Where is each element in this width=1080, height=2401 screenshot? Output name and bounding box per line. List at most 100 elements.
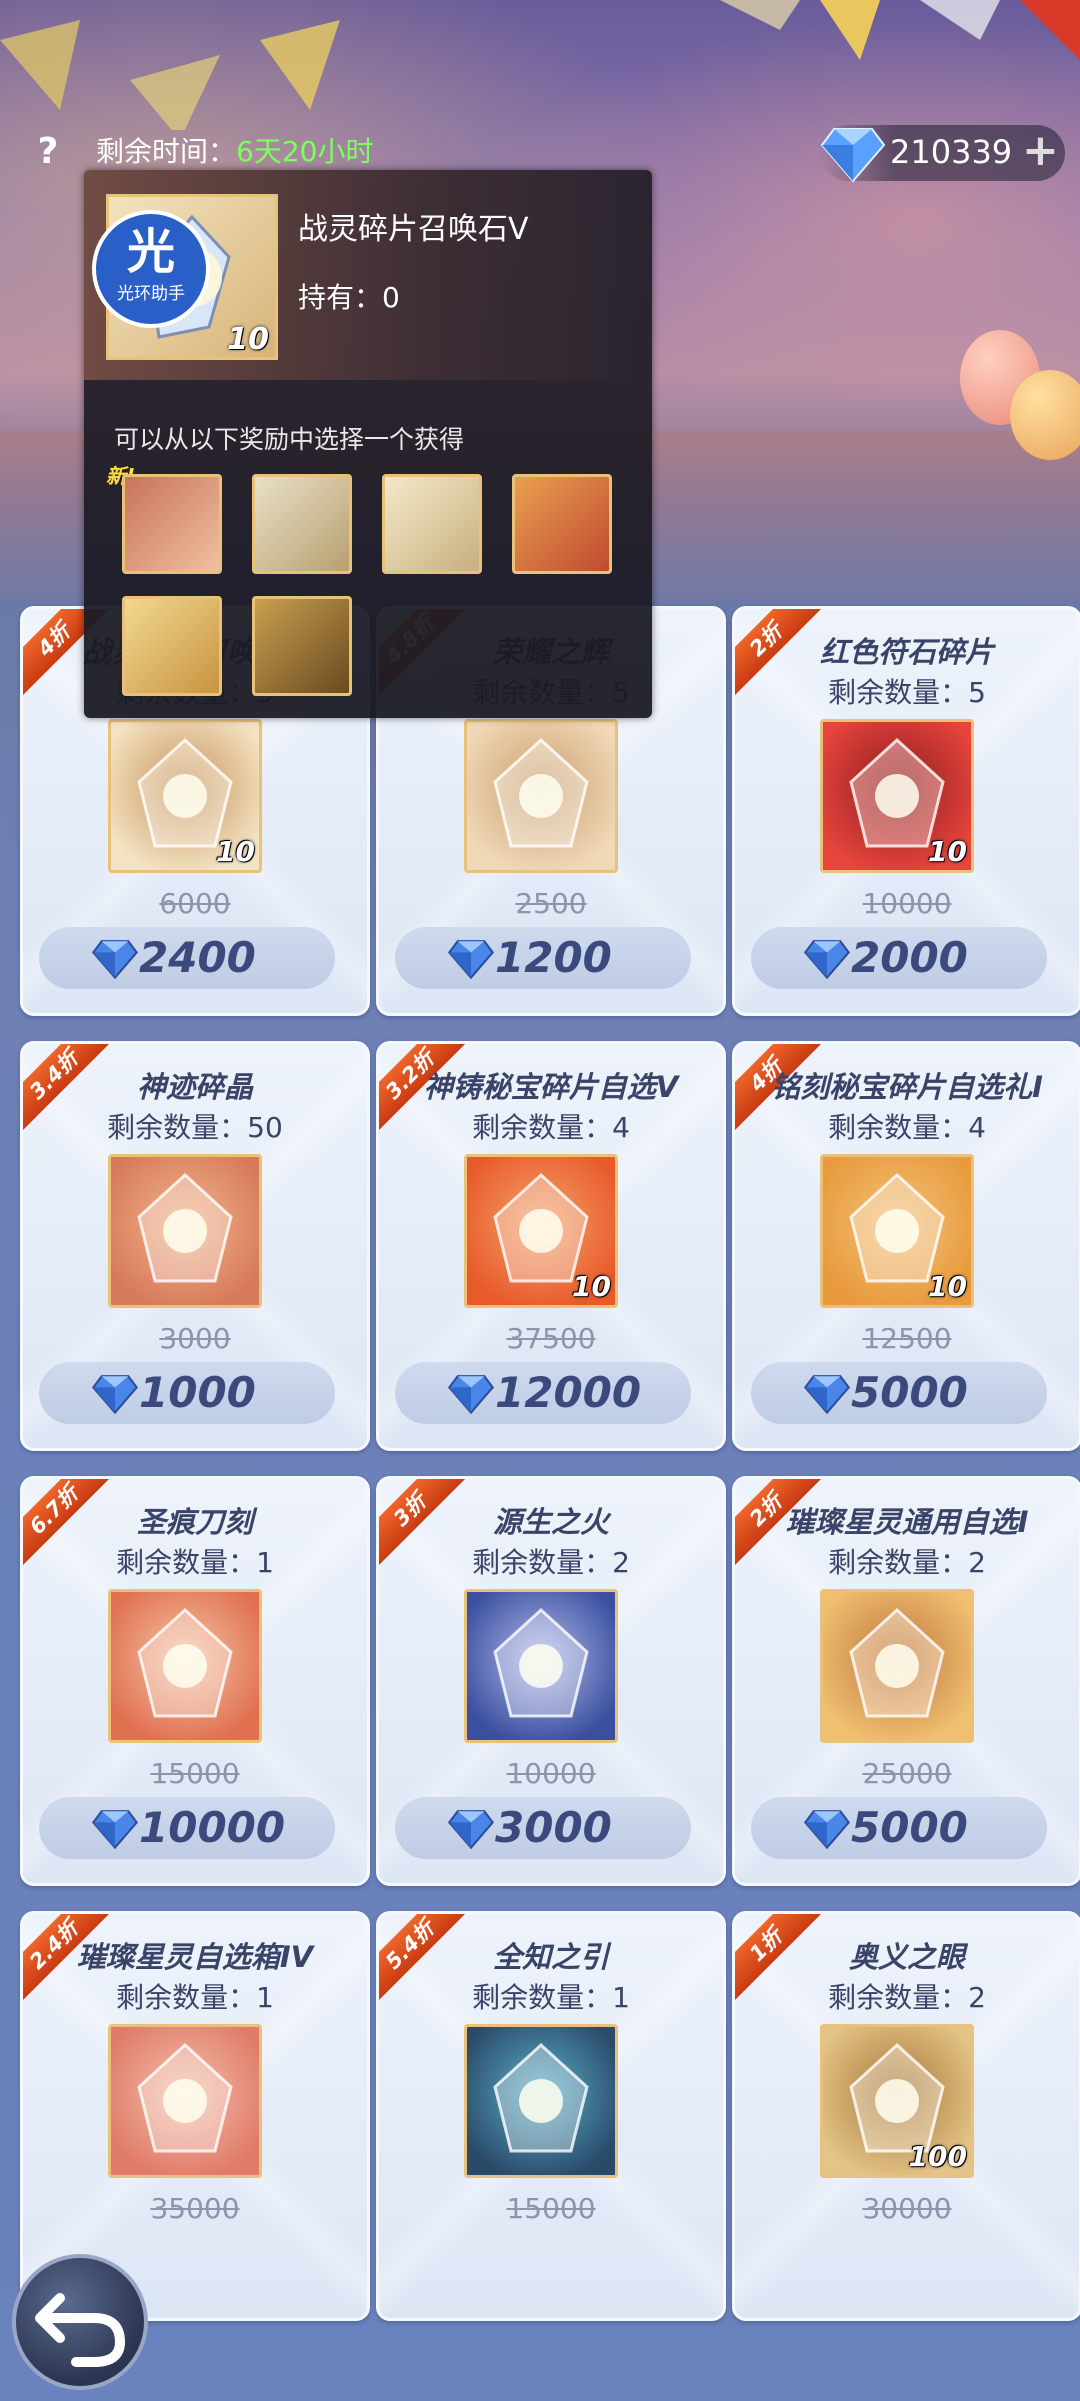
- shop-item-card[interactable]: 6.7折 圣痕刀刻 剩余数量：1 15000 10000: [20, 1476, 370, 1886]
- item-icon: [108, 1154, 262, 1308]
- sale-price: 1000: [139, 1368, 256, 1417]
- item-qty: 10: [928, 1270, 967, 1303]
- diamond-icon: [447, 1810, 495, 1849]
- diamond-icon: [447, 940, 495, 979]
- item-name: 圣痕刀刻: [136, 1505, 253, 1539]
- sale-price: 2400: [139, 933, 256, 982]
- original-price: 35000: [150, 2192, 240, 2225]
- popup-description: 可以从以下奖励中选择一个获得: [114, 425, 465, 454]
- reward-option-1[interactable]: [122, 474, 222, 574]
- original-price: 25000: [862, 1757, 952, 1790]
- badge-char: 光: [126, 224, 175, 280]
- item-remaining: 剩余数量：2: [828, 1546, 986, 1579]
- shop-item-card[interactable]: 2折 璀璨星灵通用自选I 剩余数量：2 25000 5000: [732, 1476, 1080, 1886]
- item-name: 璀璨星灵自选箱IV: [76, 1940, 314, 1974]
- item-remaining: 剩余数量：2: [472, 1546, 630, 1579]
- item-icon: 10: [464, 1154, 618, 1308]
- reward-option-3[interactable]: [382, 474, 482, 574]
- buy-button[interactable]: 1000: [39, 1362, 335, 1424]
- reward-option-6[interactable]: [252, 596, 352, 696]
- popup-item-title: 战灵碎片召唤石V: [298, 212, 529, 247]
- buy-button[interactable]: 5000: [751, 1797, 1047, 1859]
- original-price: 10000: [862, 887, 952, 920]
- item-name: 神迹碎晶: [136, 1070, 253, 1104]
- item-name: 神铸秘宝碎片自选V: [423, 1070, 679, 1104]
- sale-price: 5000: [851, 1803, 968, 1852]
- buy-button[interactable]: 2400: [39, 927, 335, 989]
- sale-price: 3000: [495, 1803, 612, 1852]
- item-name: 红色符石碎片: [819, 635, 994, 669]
- original-price: 3000: [159, 1322, 231, 1355]
- item-icon: [108, 2024, 262, 2178]
- item-icon: 10: [820, 719, 974, 873]
- diamond-icon: [447, 1375, 495, 1414]
- sale-price: 2000: [851, 933, 968, 982]
- shop-item-card[interactable]: 5.4折 全知之引 剩余数量：1 15000: [376, 1911, 726, 2321]
- shop-item-card[interactable]: 4折 铭刻秘宝碎片自选礼I 剩余数量：4 10 12500 5000: [732, 1041, 1080, 1451]
- item-remaining: 剩余数量：1: [116, 1981, 274, 2014]
- badge-label: 光环助手: [117, 284, 185, 304]
- diamond-icon: [803, 940, 851, 979]
- item-qty: 10: [216, 835, 255, 868]
- item-name: 奥义之眼: [848, 1940, 965, 1974]
- item-name: 全知之引: [492, 1940, 609, 1974]
- item-icon: 10: [820, 1154, 974, 1308]
- item-qty: 10: [572, 1270, 611, 1303]
- buy-button[interactable]: 3000: [395, 1797, 691, 1859]
- original-price: 12500: [862, 1322, 952, 1355]
- buy-button[interactable]: 12000: [395, 1362, 691, 1424]
- buy-button[interactable]: 1200: [395, 927, 691, 989]
- diamond-icon: [803, 1810, 851, 1849]
- item-icon: [108, 1589, 262, 1743]
- buy-button[interactable]: 10000: [39, 1797, 335, 1859]
- shop-item-card[interactable]: 1折 奥义之眼 剩余数量：2 100 30000: [732, 1911, 1080, 2321]
- item-remaining: 剩余数量：1: [116, 1546, 274, 1579]
- sale-price: 12000: [495, 1368, 642, 1417]
- reward-option-5[interactable]: [122, 596, 222, 696]
- item-name: 源生之火: [492, 1505, 609, 1539]
- back-arrow-icon: [35, 2293, 126, 2367]
- item-icon: [464, 719, 618, 873]
- item-remaining: 剩余数量：4: [828, 1111, 986, 1144]
- original-price: 6000: [159, 887, 231, 920]
- original-price: 30000: [862, 2192, 952, 2225]
- diamond-icon: [91, 940, 139, 979]
- item-name: 璀璨星灵通用自选I: [785, 1505, 1029, 1539]
- item-icon: [464, 1589, 618, 1743]
- original-price: 10000: [506, 1757, 596, 1790]
- item-remaining: 剩余数量：5: [828, 676, 986, 709]
- item-qty: 100: [908, 2140, 967, 2173]
- popup-item-qty: 10: [227, 322, 269, 357]
- reward-option-4[interactable]: [512, 474, 612, 574]
- shop-item-card[interactable]: 3.2折 神铸秘宝碎片自选V 剩余数量：4 10 37500 12000: [376, 1041, 726, 1451]
- original-price: 15000: [150, 1757, 240, 1790]
- guangjiao-helper-badge[interactable]: 光 光环助手: [92, 210, 210, 328]
- buy-button[interactable]: 5000: [751, 1362, 1047, 1424]
- shop-item-card[interactable]: 3折 源生之火 剩余数量：2 10000 3000: [376, 1476, 726, 1886]
- item-icon: 10: [108, 719, 262, 873]
- sale-price: 1200: [495, 933, 612, 982]
- sale-price: 5000: [851, 1368, 968, 1417]
- buy-button[interactable]: 2000: [751, 927, 1047, 989]
- item-remaining: 剩余数量：50: [107, 1111, 283, 1144]
- item-detail-popup: 10 光 光环助手 战灵碎片召唤石V 持有：0 可以从以下奖励中选择一个获得 新…: [84, 170, 652, 718]
- item-remaining: 剩余数量：4: [472, 1111, 630, 1144]
- item-icon: 100: [820, 2024, 974, 2178]
- diamond-icon: [91, 1375, 139, 1414]
- original-price: 15000: [506, 2192, 596, 2225]
- diamond-icon: [91, 1810, 139, 1849]
- item-remaining: 剩余数量：1: [472, 1981, 630, 2014]
- back-button[interactable]: [12, 2254, 148, 2390]
- reward-option-2[interactable]: [252, 474, 352, 574]
- item-qty: 10: [928, 835, 967, 868]
- sale-price: 10000: [139, 1803, 286, 1852]
- shop-item-card[interactable]: 2折 红色符石碎片 剩余数量：5 10 10000 2000: [732, 606, 1080, 1016]
- popup-item-holding: 持有：0: [298, 281, 400, 314]
- item-name: 铭刻秘宝碎片自选礼I: [771, 1070, 1043, 1104]
- item-icon: [820, 1589, 974, 1743]
- original-price: 2500: [515, 887, 587, 920]
- shop-item-card[interactable]: 3.4折 神迹碎晶 剩余数量：50 3000 1000: [20, 1041, 370, 1451]
- item-remaining: 剩余数量：2: [828, 1981, 986, 2014]
- diamond-icon: [803, 1375, 851, 1414]
- original-price: 37500: [506, 1322, 596, 1355]
